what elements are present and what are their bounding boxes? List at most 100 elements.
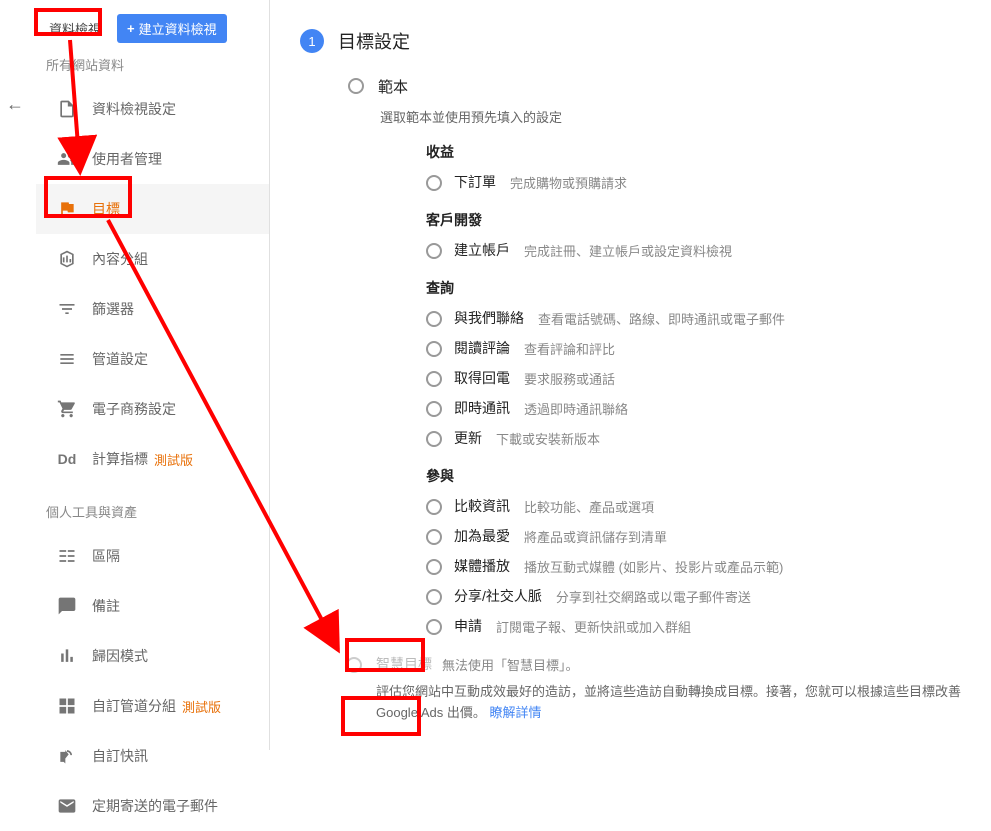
group-title: 客戶開發 bbox=[426, 210, 981, 230]
beta-badge: 測試版 bbox=[182, 697, 221, 716]
sidebar-item-1[interactable]: 備註 bbox=[36, 581, 269, 631]
sidebar-item-5[interactable]: 管道設定 bbox=[36, 334, 269, 384]
view-tab[interactable]: 資料檢視 bbox=[39, 15, 111, 42]
create-view-button[interactable]: + 建立資料檢視 bbox=[117, 14, 227, 43]
option-label: 即時通訊 bbox=[454, 398, 510, 418]
sidebar-item-label: 計算指標 bbox=[92, 449, 148, 469]
group-title: 參與 bbox=[426, 466, 981, 486]
option-label: 比較資訊 bbox=[454, 496, 510, 516]
template-desc: 選取範本並使用預先填入的設定 bbox=[380, 107, 981, 126]
option-radio[interactable] bbox=[426, 175, 442, 191]
option-label: 取得回電 bbox=[454, 368, 510, 388]
option-desc: 要求服務或通話 bbox=[524, 369, 615, 388]
sidebar-item-6[interactable]: 電子商務設定 bbox=[36, 384, 269, 434]
option-group: 收益下訂單完成購物或預購請求 bbox=[426, 142, 981, 192]
option-desc: 比較功能、產品或選項 bbox=[524, 497, 654, 516]
option-row: 閱讀評論查看評論和評比 bbox=[426, 338, 981, 358]
sidebar-item-2[interactable]: 目標 bbox=[36, 184, 269, 234]
option-radio[interactable] bbox=[426, 559, 442, 575]
sidebar-item-label: 定期寄送的電子郵件 bbox=[92, 796, 218, 816]
sidebar-item-2[interactable]: 歸因模式 bbox=[36, 631, 269, 681]
smart-goal-desc: 評估您網站中互動成效最好的造訪，並將這些造訪自動轉換成目標。接著，您就可以根據這… bbox=[376, 682, 981, 724]
channel-icon bbox=[56, 348, 78, 370]
learn-more-link[interactable]: 瞭解詳情 bbox=[489, 705, 541, 720]
option-desc: 完成購物或預購請求 bbox=[510, 173, 627, 192]
group-title: 收益 bbox=[426, 142, 981, 162]
option-label: 與我們聯絡 bbox=[454, 308, 524, 328]
users-icon bbox=[56, 148, 78, 170]
option-radio[interactable] bbox=[426, 341, 442, 357]
option-row: 更新下載或安裝新版本 bbox=[426, 428, 981, 448]
option-desc: 透過即時通訊聯絡 bbox=[524, 399, 628, 418]
option-row: 建立帳戶完成註冊、建立帳戶或設定資料檢視 bbox=[426, 240, 981, 260]
option-group: 客戶開發建立帳戶完成註冊、建立帳戶或設定資料檢視 bbox=[426, 210, 981, 260]
sidebar-item-3[interactable]: 內容分組 bbox=[36, 234, 269, 284]
option-label: 建立帳戶 bbox=[454, 240, 510, 260]
template-radio-label: 範本 bbox=[378, 76, 408, 97]
smart-goal-note: 無法使用「智慧目標」。 bbox=[442, 655, 579, 674]
main-content: 1 目標設定 範本 選取範本並使用預先填入的設定 收益下訂單完成購物或預購請求客… bbox=[300, 28, 981, 748]
option-row: 下訂單完成購物或預購請求 bbox=[426, 172, 981, 192]
sidebar-item-label: 內容分組 bbox=[92, 249, 148, 269]
option-desc: 播放互動式媒體 (如影片、投影片或產品示範) bbox=[524, 557, 783, 576]
option-row: 加為最愛將產品或資訊儲存到清單 bbox=[426, 526, 981, 546]
option-radio[interactable] bbox=[426, 589, 442, 605]
option-radio[interactable] bbox=[426, 243, 442, 259]
template-radio[interactable] bbox=[348, 78, 364, 94]
back-arrow-icon[interactable]: ← bbox=[6, 94, 24, 115]
option-label: 下訂單 bbox=[454, 172, 496, 192]
option-row: 即時通訊透過即時通訊聯絡 bbox=[426, 398, 981, 418]
custom-channel-icon bbox=[56, 695, 78, 717]
sidebar-item-label: 目標 bbox=[92, 199, 120, 219]
option-radio[interactable] bbox=[426, 401, 442, 417]
option-radio[interactable] bbox=[426, 371, 442, 387]
sidebar-subtitle: 所有網站資料 bbox=[36, 43, 269, 84]
file-icon bbox=[56, 98, 78, 120]
sidebar-item-4[interactable]: 篩選器 bbox=[36, 284, 269, 334]
option-row: 取得回電要求服務或通話 bbox=[426, 368, 981, 388]
sidebar-item-1[interactable]: 使用者管理 bbox=[36, 134, 269, 184]
sidebar-item-5[interactable]: 定期寄送的電子郵件 bbox=[36, 781, 269, 831]
flag-icon bbox=[56, 198, 78, 220]
sidebar-item-label: 歸因模式 bbox=[92, 646, 148, 666]
option-radio[interactable] bbox=[426, 311, 442, 327]
sidebar-item-label: 資料檢視設定 bbox=[92, 99, 176, 119]
sidebar-item-0[interactable]: 資料檢視設定 bbox=[36, 84, 269, 134]
option-row: 與我們聯絡查看電話號碼、路線、即時通訊或電子郵件 bbox=[426, 308, 981, 328]
option-group: 查詢與我們聯絡查看電話號碼、路線、即時通訊或電子郵件閱讀評論查看評論和評比取得回… bbox=[426, 278, 981, 448]
smart-goal-label: 智慧目標 bbox=[376, 654, 432, 674]
option-row: 媒體播放播放互動式媒體 (如影片、投影片或產品示範) bbox=[426, 556, 981, 576]
option-desc: 訂閱電子報、更新快訊或加入群組 bbox=[496, 617, 691, 636]
option-label: 閱讀評論 bbox=[454, 338, 510, 358]
sidebar-item-4[interactable]: 自訂快訊 bbox=[36, 731, 269, 781]
create-view-label: 建立資料檢視 bbox=[139, 19, 217, 38]
sidebar-item-label: 管道設定 bbox=[92, 349, 148, 369]
sidebar-item-label: 自訂管道分組 bbox=[92, 696, 176, 716]
dd-icon: Dd bbox=[56, 448, 78, 470]
smart-goal-radio bbox=[346, 657, 362, 673]
sidebar-item-7[interactable]: Dd計算指標測試版 bbox=[36, 434, 269, 484]
plus-icon: + bbox=[127, 21, 135, 36]
option-desc: 下載或安裝新版本 bbox=[496, 429, 600, 448]
sidebar-item-0[interactable]: 區隔 bbox=[36, 531, 269, 581]
option-radio[interactable] bbox=[426, 499, 442, 515]
option-radio[interactable] bbox=[426, 529, 442, 545]
option-desc: 將產品或資訊儲存到清單 bbox=[524, 527, 667, 546]
option-desc: 查看評論和評比 bbox=[524, 339, 615, 358]
option-row: 分享/社交人脈分享到社交網路或以電子郵件寄送 bbox=[426, 586, 981, 606]
sidebar-item-3[interactable]: 自訂管道分組測試版 bbox=[36, 681, 269, 731]
option-radio[interactable] bbox=[426, 619, 442, 635]
option-radio[interactable] bbox=[426, 431, 442, 447]
step-title: 目標設定 bbox=[338, 28, 410, 54]
sidebar-item-label: 備註 bbox=[92, 596, 120, 616]
sidebar-item-label: 區隔 bbox=[92, 546, 120, 566]
option-label: 更新 bbox=[454, 428, 482, 448]
option-label: 媒體播放 bbox=[454, 556, 510, 576]
segments-icon bbox=[56, 545, 78, 567]
sidebar-item-label: 電子商務設定 bbox=[92, 399, 176, 419]
option-row: 比較資訊比較功能、產品或選項 bbox=[426, 496, 981, 516]
step-number-badge: 1 bbox=[300, 29, 324, 53]
option-label: 申請 bbox=[454, 616, 482, 636]
option-group: 參與比較資訊比較功能、產品或選項加為最愛將產品或資訊儲存到清單媒體播放播放互動式… bbox=[426, 466, 981, 636]
megaphone-icon bbox=[56, 745, 78, 767]
